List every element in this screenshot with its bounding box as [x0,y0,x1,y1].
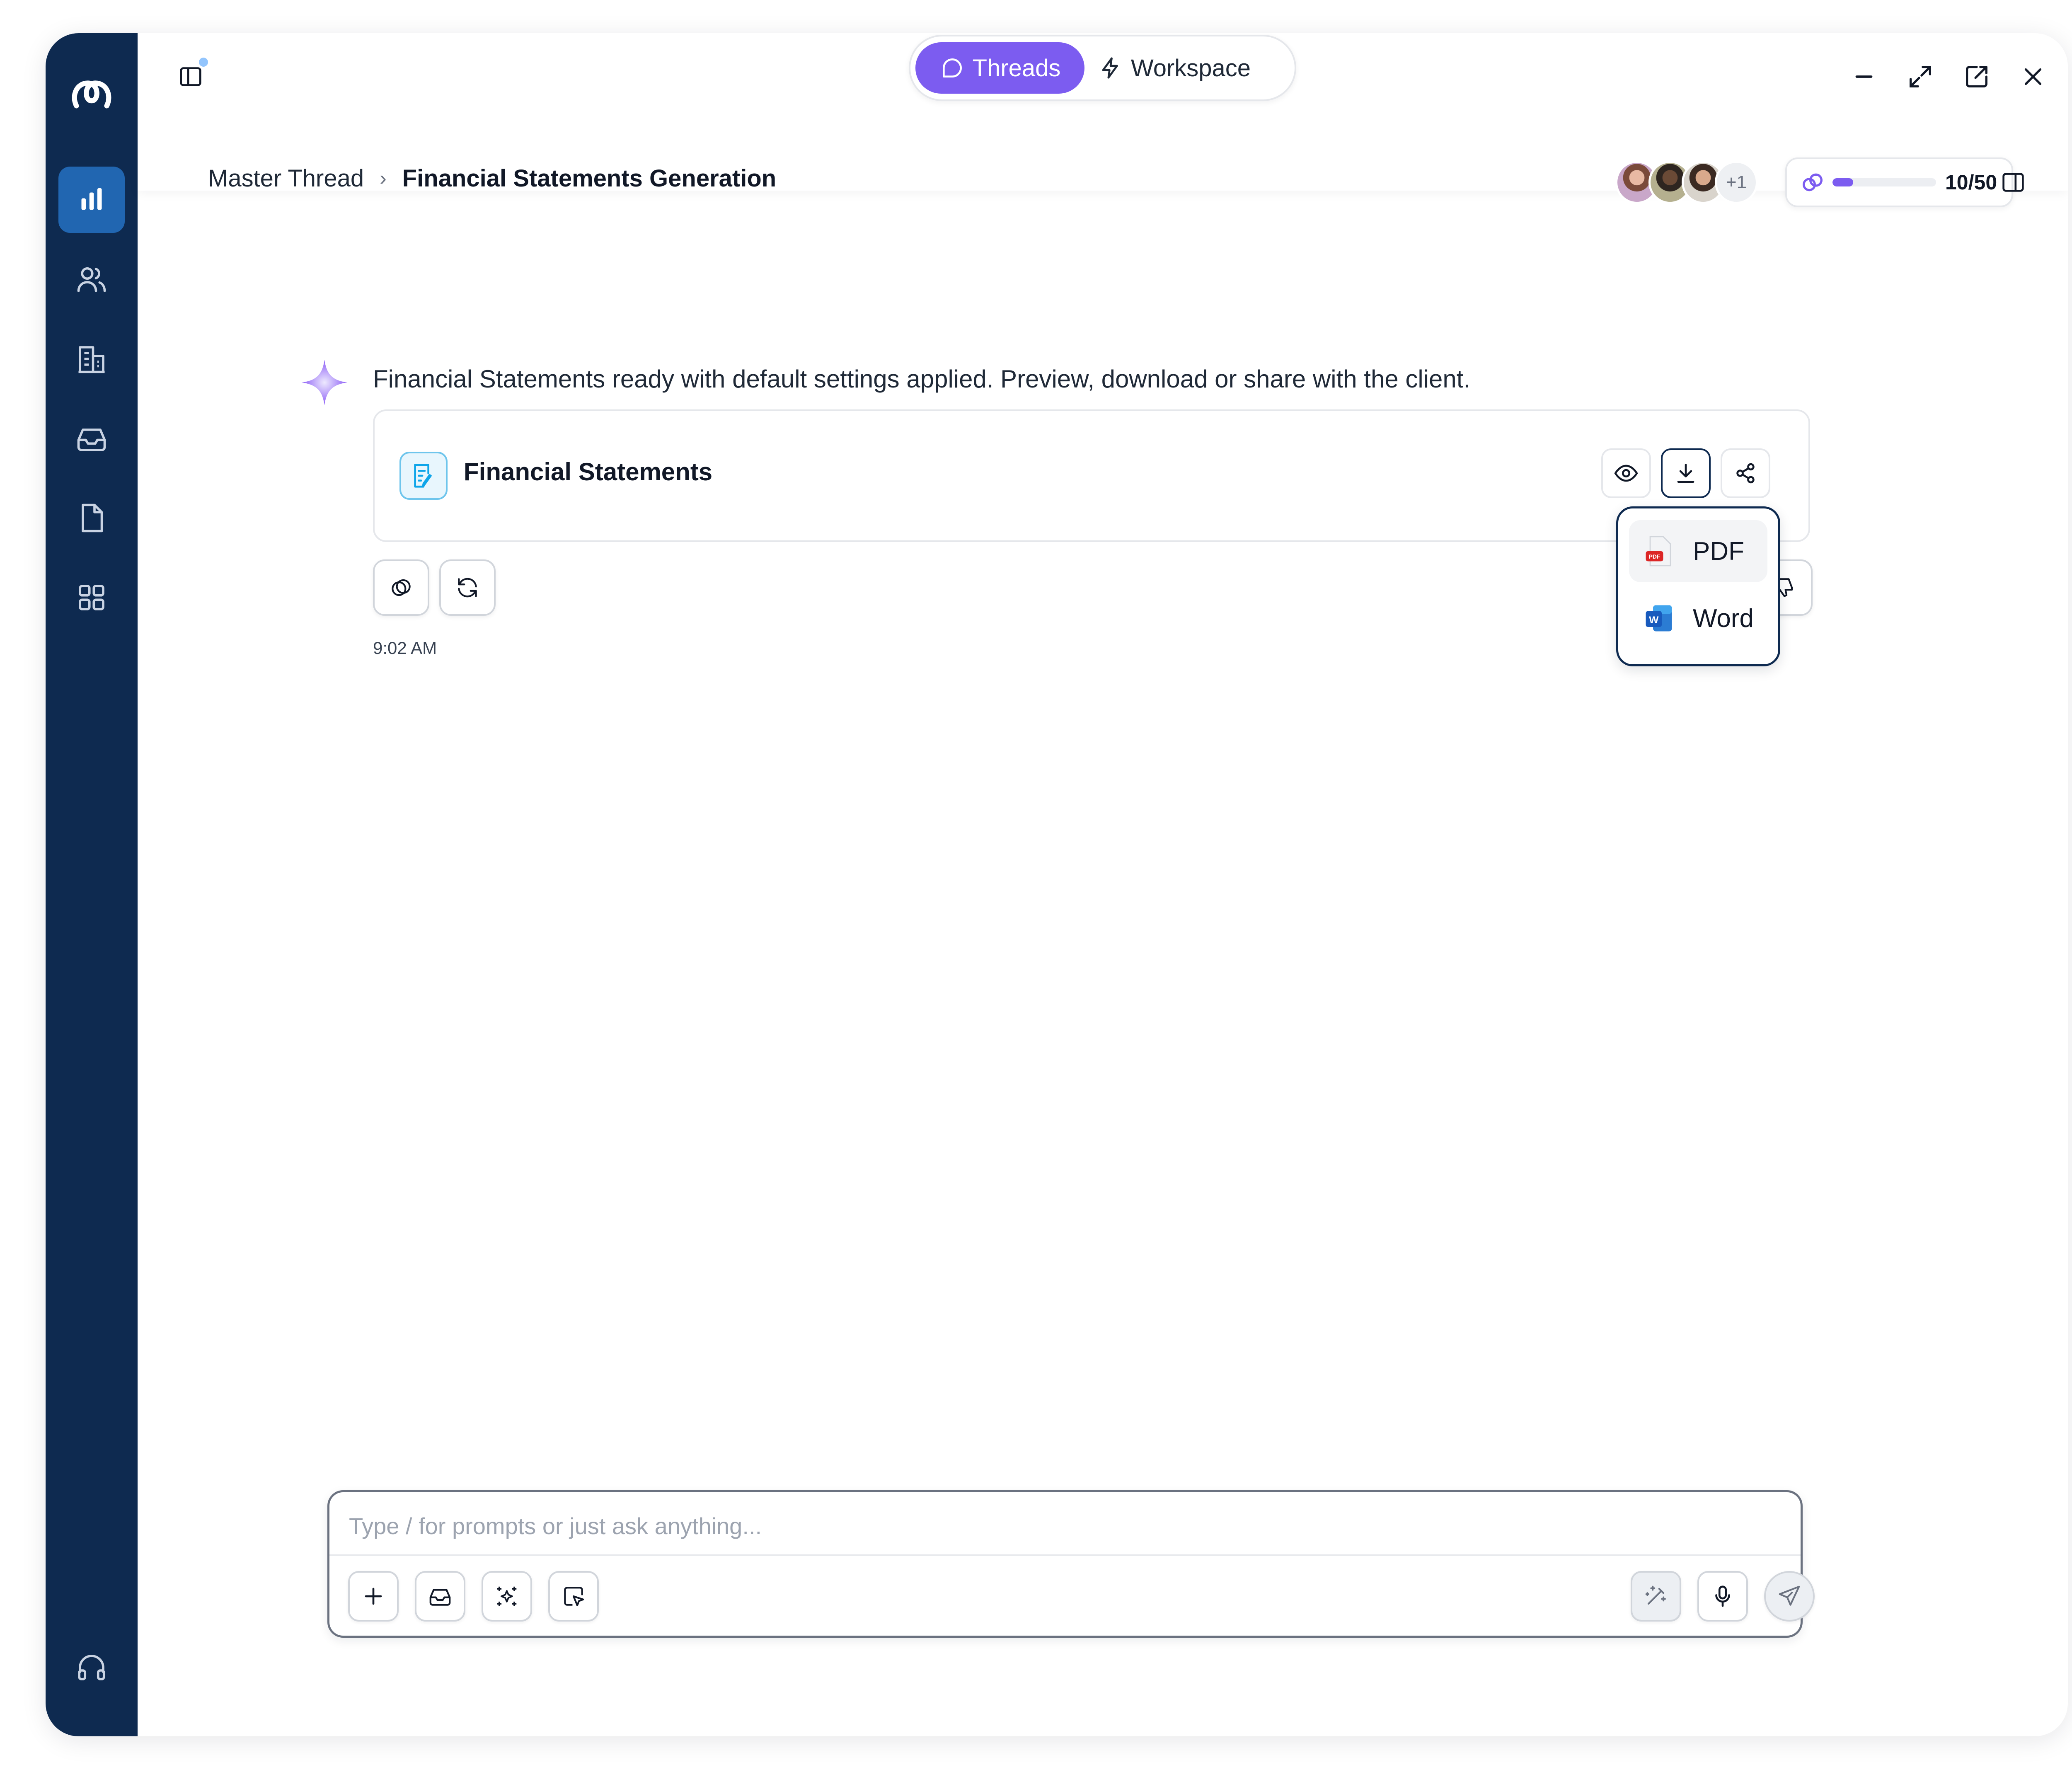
inbox-icon [429,1589,451,1606]
attachment-title: Financial Statements [464,458,713,486]
copy-icon [392,579,411,596]
credits-progress-track [1832,178,1936,186]
minimize-button[interactable] [1839,52,1889,102]
message-timestamp: 9:02 AM [373,638,437,658]
toggle-panel-button[interactable] [166,52,215,102]
panel-left-icon [180,67,201,86]
word-file-icon: W [1646,605,1672,632]
sidebar-item-organizations[interactable] [58,326,125,392]
breadcrumb-current: Financial Statements Generation [402,165,777,192]
users-icon [77,267,106,292]
sidebar-item-documents[interactable] [58,485,125,551]
tab-threads-label: Threads [972,54,1061,82]
bar-chart-icon [81,188,102,210]
chat-icon [942,58,962,77]
tab-threads[interactable]: Threads [915,42,1084,94]
sidebar-item-inbox[interactable] [58,405,125,472]
download-pdf-option[interactable]: PDF PDF [1629,520,1767,582]
app-window: Threads Workspace Master Thread › Financ… [46,33,2068,1736]
app-logo-icon [72,80,111,109]
breadcrumb-parent[interactable]: Master Thread [208,165,364,192]
download-menu: PDF PDF W Word [1616,506,1780,666]
lightning-icon [1102,57,1118,79]
sidebar-item-apps[interactable] [58,564,125,631]
sparkles-icon [497,1586,517,1606]
breadcrumb: Master Thread › Financial Statements Gen… [208,162,776,195]
ai-message-text: Financial Statements ready with default … [373,365,1471,393]
microphone-icon [1715,1585,1730,1607]
external-link-icon [1966,66,1987,87]
sidebar-item-analytics[interactable] [58,167,125,233]
sidebar [46,33,138,1736]
enhance-prompt-button[interactable] [1631,1571,1681,1622]
select-area-button[interactable] [548,1571,599,1622]
add-attachment-button[interactable] [348,1571,399,1622]
close-icon [2024,68,2042,85]
magic-wand-icon [1645,1585,1666,1605]
link-icon [1803,173,1823,191]
tab-workspace[interactable]: Workspace [1098,42,1280,94]
expand-icon [1910,66,1931,87]
credits-meter[interactable]: 10/50 [1785,157,2013,207]
send-icon [1779,1585,1800,1606]
inbox-icon [77,428,106,451]
headphones-icon [78,1655,105,1680]
pdf-file-icon: PDF [1646,536,1671,566]
credits-progress-fill [1832,178,1853,186]
share-button[interactable] [1721,448,1770,498]
plus-icon [365,1588,382,1605]
sidebar-item-people[interactable] [58,246,125,312]
download-word-label: Word [1693,604,1754,633]
expand-button[interactable] [1895,52,1945,102]
composer-divider [329,1554,1801,1556]
ai-prompts-button[interactable] [482,1571,532,1622]
message-composer [327,1490,1815,1638]
collaborator-avatars[interactable]: +1 [1615,161,1758,204]
svg-text:PDF: PDF [1649,553,1661,560]
voice-input-button[interactable] [1697,1571,1748,1622]
document-icon [82,503,103,533]
download-button[interactable] [1661,448,1711,498]
refresh-icon [458,578,477,598]
cursor-select-icon [564,1587,584,1607]
regenerate-button[interactable] [439,559,496,616]
avatar-overflow-count: +1 [1715,161,1758,204]
ai-sparkle-icon [301,359,348,406]
share-icon [1736,463,1755,484]
close-button[interactable] [2008,52,2058,102]
tab-workspace-label: Workspace [1131,54,1251,82]
svg-text:W: W [1649,615,1659,626]
chevron-right-icon: › [380,167,387,190]
download-pdf-label: PDF [1693,537,1744,566]
grid-icon [79,585,104,610]
minimize-icon [1855,75,1873,78]
attachment-card[interactable]: Financial Statements [373,409,1810,542]
open-external-button[interactable] [1952,52,2002,102]
building-icon [78,346,105,373]
document-edit-icon [399,452,448,500]
eye-icon [1614,465,1638,482]
inbox-button[interactable] [415,1571,465,1622]
message-input[interactable] [348,1509,1759,1543]
toggle-right-panel-button[interactable] [1988,157,2038,207]
send-button[interactable] [1764,1571,1815,1622]
download-icon [1677,464,1694,483]
view-switcher: Threads Workspace [909,35,1296,101]
sidebar-item-support[interactable] [58,1634,125,1701]
download-word-option[interactable]: W Word [1629,587,1767,649]
preview-button[interactable] [1601,448,1651,498]
notification-dot [199,58,208,67]
panel-right-icon [2002,173,2024,192]
copy-button[interactable] [373,559,429,616]
